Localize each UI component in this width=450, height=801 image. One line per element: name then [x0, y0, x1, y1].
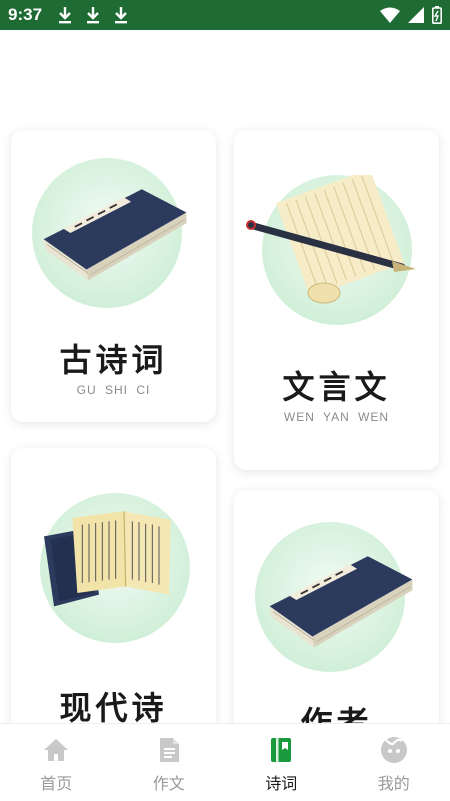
wifi-icon	[380, 7, 400, 23]
card-title: 文言文	[234, 362, 439, 408]
nav-label: 我的	[378, 770, 410, 794]
document-icon	[155, 736, 183, 764]
nav-label: 作文	[153, 770, 185, 794]
home-icon	[42, 736, 70, 764]
nav-composition[interactable]: 作文	[113, 724, 226, 801]
nav-label: 首页	[40, 770, 72, 794]
card-title: 现代诗	[11, 683, 216, 723]
card-pinyin: GU SHI CI	[11, 383, 216, 397]
download-icon	[86, 6, 100, 24]
nav-home[interactable]: 首页	[0, 724, 113, 801]
thread-bound-book-icon	[29, 175, 201, 300]
status-time: 9:37	[8, 5, 42, 25]
nav-label: 诗词	[265, 770, 297, 794]
poetry-category-grid[interactable]: 古诗词 GU SHI CI 文言文 WEN YAN WEN	[0, 30, 450, 723]
status-icons	[380, 6, 442, 24]
card-pinyin: WEN YAN WEN	[234, 410, 439, 424]
card-ancient-poetry[interactable]: 古诗词 GU SHI CI	[11, 130, 216, 422]
nav-profile[interactable]: 我的	[338, 724, 450, 801]
card-title: 作者	[234, 698, 439, 723]
scroll-and-brush-icon	[242, 175, 422, 315]
card-authors[interactable]: 作者	[234, 490, 439, 723]
download-icon	[114, 6, 128, 24]
battery-icon	[432, 6, 442, 24]
nav-poetry[interactable]: 诗词	[225, 724, 338, 801]
card-classical-chinese[interactable]: 文言文 WEN YAN WEN	[234, 130, 439, 470]
book-icon	[267, 736, 295, 764]
status-bar: 9:37	[0, 0, 450, 30]
download-icon	[58, 6, 72, 24]
profile-icon	[380, 736, 408, 764]
card-title: 古诗词	[11, 335, 216, 381]
bottom-navigation: 首页 作文 诗词 我的	[0, 723, 450, 801]
signal-icon	[408, 7, 424, 23]
open-book-icon	[39, 488, 189, 618]
card-modern-poetry[interactable]: 现代诗	[11, 448, 216, 723]
thread-bound-book-icon	[256, 542, 426, 667]
